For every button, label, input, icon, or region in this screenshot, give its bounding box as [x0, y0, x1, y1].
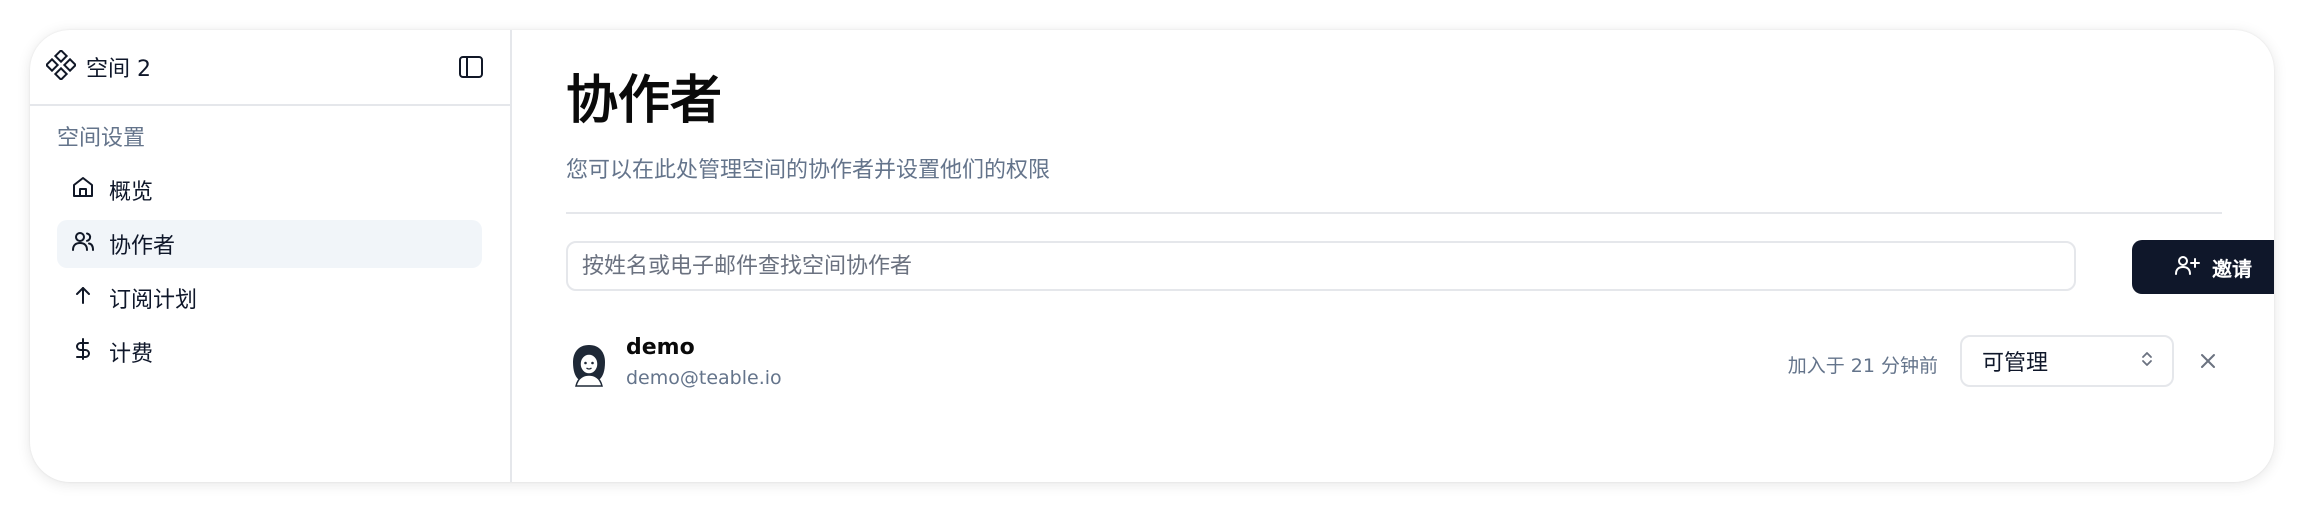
member-joined-time: 加入于 21 分钟前: [1787, 355, 1938, 377]
divider: [566, 212, 2222, 214]
sidebar: 空间 2 空间设置 概览 协作者 订阅计划 计费: [30, 30, 512, 482]
sidebar-item-label: 订阅计划: [109, 288, 198, 313]
avatar: [566, 341, 612, 387]
sidebar-toggle-icon[interactable]: [454, 50, 488, 84]
user-plus-icon: [2174, 253, 2200, 282]
dollar-icon: [71, 337, 95, 367]
sidebar-item-collaborators[interactable]: 协作者: [57, 220, 482, 268]
sidebar-item-overview[interactable]: 概览: [57, 166, 482, 214]
arrow-up-icon: [71, 283, 95, 313]
users-icon: [71, 229, 95, 259]
page-description: 您可以在此处管理空间的协作者并设置他们的权限: [566, 158, 1051, 183]
main-content: 协作者 您可以在此处管理空间的协作者并设置他们的权限 邀请: [512, 30, 2274, 482]
sidebar-nav: 概览 协作者 订阅计划 计费: [30, 166, 510, 376]
sidebar-item-label: 协作者: [109, 234, 176, 259]
role-value: 可管理: [1982, 351, 2049, 376]
settings-window: 空间 2 空间设置 概览 协作者 订阅计划 计费 协作者 您可以在此处管理空间的…: [30, 30, 2274, 482]
member-row: demo demo@teable.io 加入于 21 分钟前 可管理: [566, 333, 2222, 403]
sidebar-item-subscription[interactable]: 订阅计划: [57, 274, 482, 322]
sidebar-item-billing[interactable]: 计费: [57, 328, 482, 376]
space-name: 空间 2: [86, 57, 151, 82]
page-title: 协作者: [566, 71, 723, 131]
home-icon: [71, 175, 95, 205]
chevron-up-down-icon: [2140, 349, 2154, 374]
sidebar-item-label: 计费: [109, 342, 154, 367]
space-logo-icon: [44, 48, 78, 84]
sidebar-item-label: 概览: [109, 180, 154, 205]
invite-button[interactable]: 邀请: [2132, 240, 2274, 294]
space-switcher[interactable]: 空间 2: [44, 48, 151, 84]
sidebar-header: 空间 2: [30, 30, 510, 106]
search-input[interactable]: [566, 241, 2076, 291]
member-email: demo@teable.io: [626, 367, 782, 389]
invite-label: 邀请: [2212, 256, 2252, 281]
role-select[interactable]: 可管理: [1960, 335, 2174, 387]
close-icon[interactable]: [2194, 347, 2222, 375]
section-label: 空间设置: [57, 126, 146, 151]
member-name: demo: [626, 335, 695, 360]
